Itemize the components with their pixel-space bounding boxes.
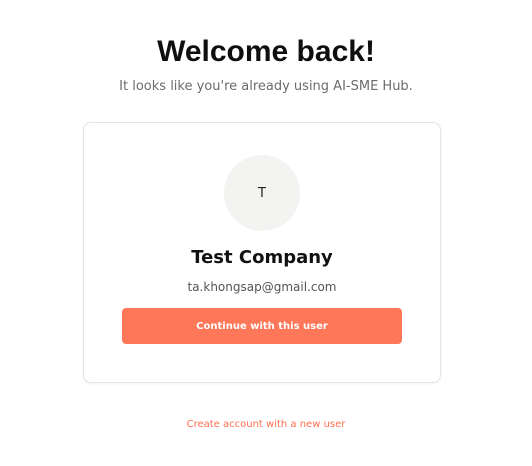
continue-with-user-button[interactable]: Continue with this user	[122, 308, 402, 344]
avatar: T	[224, 155, 300, 231]
company-name: Test Company	[191, 247, 333, 268]
create-account-link[interactable]: Create account with a new user	[0, 418, 532, 432]
page-subtitle: It looks like you're already using AI-SM…	[119, 79, 413, 94]
user-email: ta.khongsap@gmail.com	[187, 280, 337, 294]
user-card: T Test Company ta.khongsap@gmail.com Con…	[83, 122, 441, 383]
page-title: Welcome back!	[157, 35, 375, 68]
